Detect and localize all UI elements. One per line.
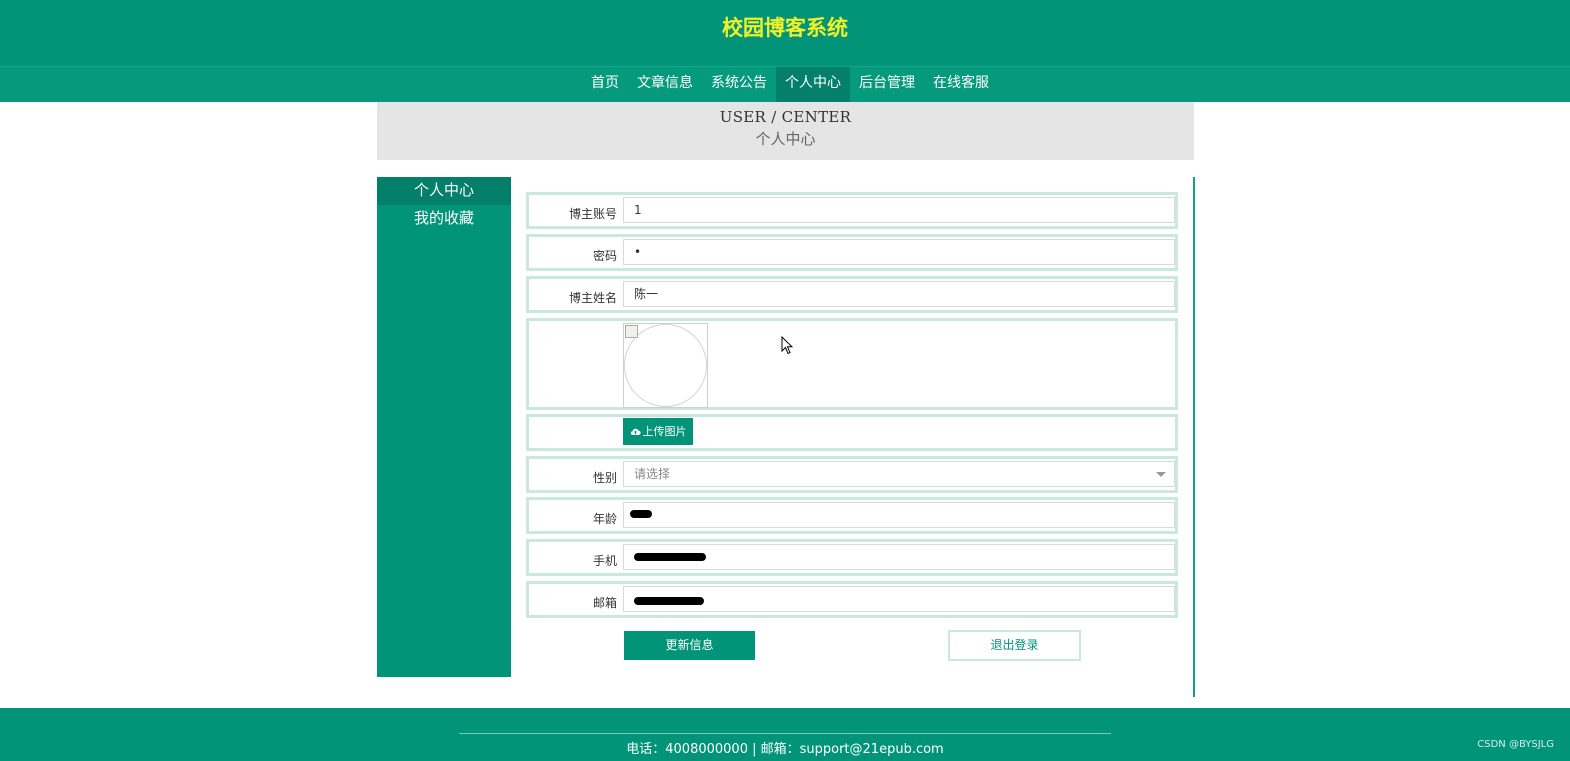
footer-divider bbox=[459, 733, 1111, 734]
page-banner: USER / CENTER 个人中心 bbox=[377, 102, 1194, 160]
sidebar-item-favorites[interactable]: 我的收藏 bbox=[377, 205, 511, 233]
form-row-account: 博主账号 1 bbox=[526, 192, 1178, 229]
name-label: 博主姓名 bbox=[568, 291, 617, 305]
gender-select-placeholder: 请选择 bbox=[634, 467, 671, 481]
site-header: 校园博客系统 bbox=[0, 0, 1570, 66]
form-row-email: 邮箱 bbox=[526, 581, 1178, 618]
phone-label: 手机 bbox=[592, 554, 617, 568]
email-label: 邮箱 bbox=[592, 596, 617, 610]
account-input[interactable]: 1 bbox=[623, 197, 1175, 223]
mouse-cursor-icon bbox=[781, 336, 793, 355]
form-row-password: 密码 • bbox=[526, 234, 1178, 271]
chevron-down-icon bbox=[1156, 472, 1166, 477]
redaction-mark bbox=[630, 510, 652, 518]
banner-title-en: USER / CENTER bbox=[719, 108, 852, 126]
update-info-button[interactable]: 更新信息 bbox=[624, 631, 755, 660]
age-label: 年龄 bbox=[592, 512, 617, 526]
gender-select[interactable]: 请选择 bbox=[623, 461, 1175, 487]
footer-contact: 电话：4008000000 | 邮箱：support@21epub.com bbox=[626, 742, 944, 757]
redaction-mark bbox=[634, 597, 704, 605]
site-footer: 电话：4008000000 | 邮箱：support@21epub.com CS… bbox=[0, 708, 1570, 761]
content-divider bbox=[1193, 177, 1195, 697]
nav-item-home[interactable]: 首页 bbox=[582, 67, 628, 102]
nav-item-announcements[interactable]: 系统公告 bbox=[702, 67, 776, 102]
avatar bbox=[623, 323, 708, 408]
upload-image-label: 上传图片 bbox=[642, 425, 687, 438]
redaction-mark bbox=[634, 553, 706, 561]
form-row-upload: 上传图片 bbox=[526, 414, 1178, 451]
site-title: 校园博客系统 bbox=[722, 16, 848, 40]
age-input[interactable] bbox=[623, 502, 1175, 528]
nav-item-support[interactable]: 在线客服 bbox=[924, 67, 998, 102]
form-row-phone: 手机 bbox=[526, 539, 1178, 576]
upload-image-button[interactable]: 上传图片 bbox=[623, 418, 693, 445]
form-row-gender: 性别 请选择 bbox=[526, 456, 1178, 493]
password-label: 密码 bbox=[592, 249, 617, 263]
nav-item-articles[interactable]: 文章信息 bbox=[628, 67, 702, 102]
nav-item-admin[interactable]: 后台管理 bbox=[850, 67, 924, 102]
form-row-name: 博主姓名 陈一 bbox=[526, 276, 1178, 313]
name-input[interactable]: 陈一 bbox=[623, 281, 1175, 307]
account-label: 博主账号 bbox=[568, 207, 617, 221]
sidebar-item-user-center[interactable]: 个人中心 bbox=[377, 177, 511, 205]
nav-item-user-center[interactable]: 个人中心 bbox=[776, 67, 850, 102]
sidebar: 个人中心 我的收藏 bbox=[377, 177, 511, 677]
logout-button[interactable]: 退出登录 bbox=[948, 630, 1081, 661]
phone-input[interactable] bbox=[623, 544, 1175, 570]
broken-image-icon bbox=[625, 325, 638, 338]
form-row-age: 年龄 bbox=[526, 497, 1178, 534]
email-input[interactable] bbox=[623, 586, 1175, 612]
cloud-upload-icon bbox=[630, 428, 641, 436]
watermark: CSDN @BYSJLG bbox=[1477, 739, 1554, 750]
password-input[interactable]: • bbox=[623, 239, 1175, 265]
main-nav: 首页 文章信息 系统公告 个人中心 后台管理 在线客服 bbox=[0, 66, 1570, 102]
gender-label: 性别 bbox=[592, 471, 617, 485]
form-row-avatar bbox=[526, 318, 1178, 410]
banner-title-cn: 个人中心 bbox=[755, 130, 816, 148]
